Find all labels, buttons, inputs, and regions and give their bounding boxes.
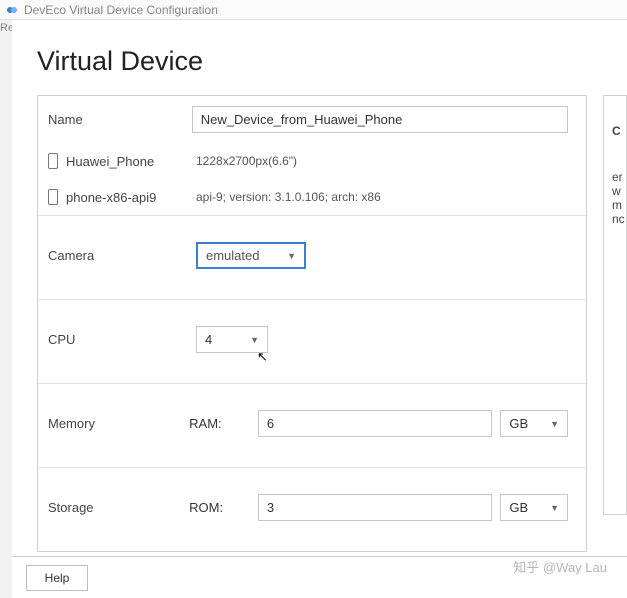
camera-value: emulated: [206, 248, 259, 263]
side-heading: C: [612, 124, 618, 138]
mouse-cursor-icon: ↖: [257, 349, 268, 365]
left-gutter: Re: [0, 20, 12, 598]
device-desc: 1228x2700px(6.6"): [196, 154, 297, 168]
storage-unit-value: GB: [509, 500, 528, 515]
cpu-select[interactable]: 4 ▼ ↖: [196, 326, 268, 353]
storage-unit-select[interactable]: GB ▼: [500, 494, 568, 521]
device-name: Huawei_Phone: [66, 154, 154, 169]
device-desc: api-9; version: 3.1.0.106; arch: x86: [196, 190, 381, 204]
cpu-value: 4: [205, 332, 212, 347]
side-panel: C er w m nc: [603, 95, 627, 515]
side-body: er w m nc: [612, 170, 618, 226]
row-memory: Memory RAM: GB ▼: [38, 384, 586, 468]
storage-sublabel: ROM:: [189, 500, 258, 515]
phone-icon: [48, 153, 58, 169]
row-cpu: CPU 4 ▼ ↖: [38, 300, 586, 384]
row-name: Name: [38, 96, 586, 143]
bottom-bar: Help: [12, 556, 627, 598]
memory-unit-value: GB: [509, 416, 528, 431]
chevron-down-icon: ▼: [287, 251, 296, 261]
name-input[interactable]: [192, 106, 568, 133]
page-title: Virtual Device: [12, 20, 627, 95]
row-camera: Camera emulated ▼: [38, 216, 586, 300]
storage-input[interactable]: [258, 494, 493, 521]
device-row-0[interactable]: Huawei_Phone 1228x2700px(6.6"): [38, 143, 586, 179]
chevron-down-icon: ▼: [250, 335, 259, 345]
row-storage: Storage ROM: GB ▼: [38, 468, 586, 551]
memory-input[interactable]: [258, 410, 493, 437]
memory-label: Memory: [48, 416, 189, 431]
camera-label: Camera: [48, 248, 196, 263]
name-label: Name: [48, 112, 192, 127]
camera-select[interactable]: emulated ▼: [196, 242, 306, 269]
chevron-down-icon: ▼: [550, 419, 559, 429]
memory-unit-select[interactable]: GB ▼: [500, 410, 568, 437]
phone-icon: [48, 189, 58, 205]
memory-sublabel: RAM:: [189, 416, 258, 431]
app-logo-icon: [6, 4, 18, 16]
device-name: phone-x86-api9: [66, 190, 156, 205]
device-row-1[interactable]: phone-x86-api9 api-9; version: 3.1.0.106…: [38, 179, 586, 216]
chevron-down-icon: ▼: [550, 503, 559, 513]
window-title: DevEco Virtual Device Configuration: [24, 3, 218, 17]
main-area: Virtual Device Name Huawei_Phone 1228x27…: [12, 20, 627, 598]
storage-label: Storage: [48, 500, 189, 515]
cpu-label: CPU: [48, 332, 196, 347]
config-panel: Name Huawei_Phone 1228x2700px(6.6") phon…: [37, 95, 587, 552]
help-button[interactable]: Help: [26, 565, 88, 591]
window-titlebar: DevEco Virtual Device Configuration: [0, 0, 627, 20]
